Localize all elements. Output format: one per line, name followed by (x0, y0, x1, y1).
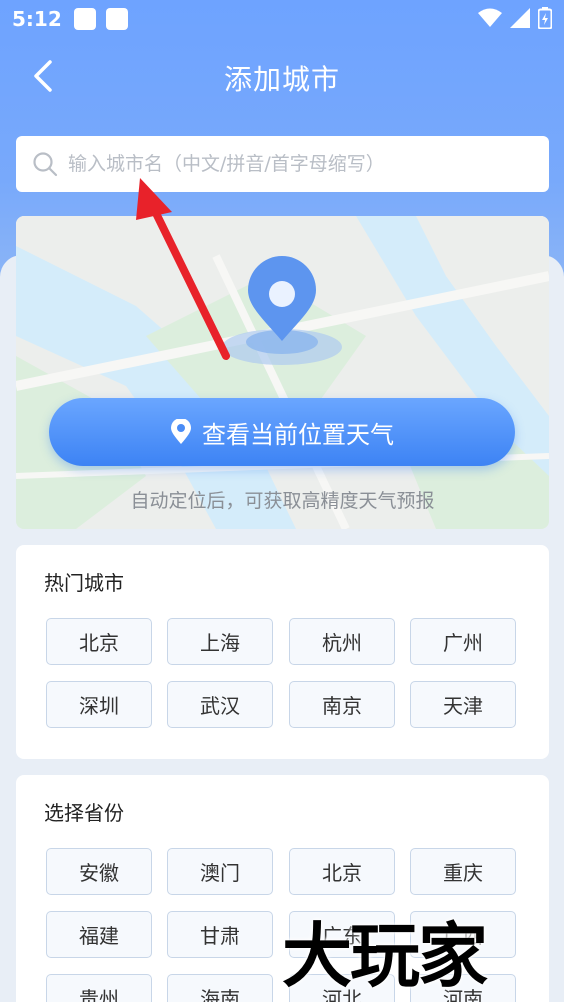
hot-city-chip[interactable]: 深圳 (46, 681, 152, 728)
province-chip[interactable]: 安徽 (46, 848, 152, 895)
watermark-logo: 大玩家 (282, 915, 488, 997)
page-title: 添加城市 (223, 63, 340, 96)
map-background (16, 216, 549, 529)
provinces-title: 选择省份 (44, 801, 124, 825)
province-chip[interactable]: 福建 (46, 911, 152, 958)
location-hint: 自动定位后，可获取高精度天气预报 (130, 490, 435, 512)
status-bar: 5:12 (0, 0, 564, 38)
notification-icon (73, 8, 96, 30)
hot-city-chip[interactable]: 杭州 (289, 618, 395, 665)
hot-cities-card: 热门城市 北京 上海 杭州 广州 深圳 武汉 南京 天津 (16, 545, 549, 759)
hot-city-chip[interactable]: 上海 (167, 618, 273, 665)
province-chip[interactable]: 重庆 (410, 848, 516, 895)
status-time: 5:12 (12, 7, 62, 31)
navbar: 添加城市 (0, 46, 564, 106)
search-icon (33, 152, 58, 177)
notification-icon (105, 8, 128, 30)
wifi-icon (478, 8, 502, 27)
current-location-weather-button[interactable]: 查看当前位置天气 (49, 398, 515, 466)
hot-city-chip[interactable]: 广州 (410, 618, 516, 665)
battery-icon (538, 7, 552, 29)
hot-city-chip[interactable]: 南京 (289, 681, 395, 728)
province-chip[interactable]: 贵州 (46, 974, 152, 1002)
current-location-weather-label: 查看当前位置天气 (202, 420, 394, 449)
hot-city-chip[interactable]: 天津 (410, 681, 516, 728)
search-input[interactable] (68, 153, 549, 175)
hot-cities-title: 热门城市 (44, 571, 124, 595)
hot-city-chip[interactable]: 武汉 (167, 681, 273, 728)
province-chip[interactable]: 澳门 (167, 848, 273, 895)
location-card: 查看当前位置天气 自动定位后，可获取高精度天气预报 (16, 216, 549, 529)
location-pin-icon (171, 419, 191, 444)
signal-icon (510, 8, 530, 28)
hot-city-chip[interactable]: 北京 (46, 618, 152, 665)
province-chip[interactable]: 北京 (289, 848, 395, 895)
search-bar[interactable] (16, 136, 549, 192)
province-chip[interactable]: 海南 (167, 974, 273, 1002)
province-chip[interactable]: 甘肃 (167, 911, 273, 958)
